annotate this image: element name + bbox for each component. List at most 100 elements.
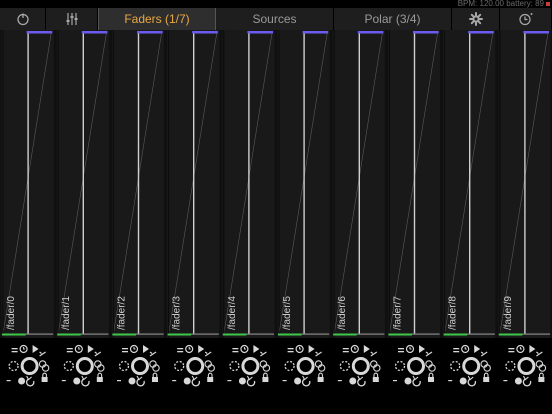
link-icon[interactable] xyxy=(204,360,215,372)
target-icon[interactable] xyxy=(229,360,240,372)
shuffle-icon[interactable] xyxy=(536,351,543,357)
link-icon[interactable] xyxy=(480,360,491,372)
clock-icon[interactable] xyxy=(240,344,249,354)
shuffle-icon[interactable] xyxy=(94,351,102,357)
tab-polar[interactable]: Polar (3/4) xyxy=(334,8,452,30)
refresh-icon[interactable] xyxy=(467,375,477,387)
record-icon[interactable] xyxy=(183,377,191,385)
refresh-icon[interactable] xyxy=(81,375,90,387)
lock-icon[interactable] xyxy=(538,372,545,382)
link-icon[interactable] xyxy=(370,360,381,372)
lock-icon[interactable] xyxy=(96,372,103,382)
link-icon[interactable] xyxy=(94,360,105,372)
knob-icon[interactable] xyxy=(517,357,536,375)
target-icon[interactable] xyxy=(63,360,74,372)
tab-power[interactable] xyxy=(0,8,46,30)
refresh-icon[interactable] xyxy=(357,375,366,387)
knob-icon[interactable] xyxy=(241,357,260,375)
refresh-icon[interactable] xyxy=(302,375,311,387)
fader-5[interactable]: /fader/5 xyxy=(277,30,330,338)
tab-timer[interactable] xyxy=(500,8,552,30)
record-icon[interactable] xyxy=(514,377,522,385)
shuffle-icon[interactable] xyxy=(204,351,212,357)
refresh-icon[interactable] xyxy=(522,375,532,387)
target-icon[interactable] xyxy=(284,360,295,372)
record-icon[interactable] xyxy=(459,377,467,385)
knob-icon[interactable] xyxy=(75,357,94,375)
knob-icon[interactable] xyxy=(351,357,370,375)
knob-icon[interactable] xyxy=(20,357,39,375)
target-icon[interactable] xyxy=(118,360,130,372)
clock-icon[interactable] xyxy=(74,344,83,354)
clock-icon[interactable] xyxy=(129,344,139,354)
menu-icon[interactable] xyxy=(342,348,349,353)
target-icon[interactable] xyxy=(174,360,185,372)
clock-icon[interactable] xyxy=(295,344,304,354)
play-icon[interactable] xyxy=(198,345,205,353)
record-icon[interactable] xyxy=(128,377,136,385)
lock-icon[interactable] xyxy=(483,372,490,382)
play-icon[interactable] xyxy=(308,345,315,353)
fader-8[interactable]: /fader/8 xyxy=(443,30,496,338)
lock-icon[interactable] xyxy=(317,372,324,382)
target-icon[interactable] xyxy=(450,360,461,372)
shuffle-icon[interactable] xyxy=(425,351,433,357)
refresh-icon[interactable] xyxy=(412,375,421,387)
refresh-icon[interactable] xyxy=(26,375,35,387)
link-icon[interactable] xyxy=(259,360,271,372)
fader-4[interactable]: /fader/4 xyxy=(222,30,275,338)
lock-icon[interactable] xyxy=(152,372,158,382)
play-icon[interactable] xyxy=(419,345,425,353)
record-icon[interactable] xyxy=(18,377,26,385)
record-icon[interactable] xyxy=(349,377,357,385)
record-icon[interactable] xyxy=(73,377,81,385)
link-icon[interactable] xyxy=(314,360,326,372)
clock-icon[interactable] xyxy=(516,344,525,354)
play-icon[interactable] xyxy=(143,345,149,353)
shuffle-icon[interactable] xyxy=(260,351,267,357)
record-icon[interactable] xyxy=(404,377,412,385)
lock-icon[interactable] xyxy=(372,372,379,382)
shuffle-icon[interactable] xyxy=(480,351,488,357)
play-icon[interactable] xyxy=(529,345,536,353)
link-icon[interactable] xyxy=(425,360,436,372)
play-icon[interactable] xyxy=(32,345,39,353)
tab-sources[interactable]: Sources xyxy=(216,8,334,30)
menu-icon[interactable] xyxy=(177,348,184,353)
knob-icon[interactable] xyxy=(462,357,481,375)
shuffle-icon[interactable] xyxy=(149,351,157,357)
shuffle-icon[interactable] xyxy=(315,351,322,357)
play-icon[interactable] xyxy=(474,345,481,353)
menu-icon[interactable] xyxy=(508,348,515,353)
lock-icon[interactable] xyxy=(207,372,214,382)
record-icon[interactable] xyxy=(294,377,302,385)
menu-icon[interactable] xyxy=(398,348,404,353)
target-icon[interactable] xyxy=(8,360,19,372)
link-icon[interactable] xyxy=(38,360,50,372)
target-icon[interactable] xyxy=(505,360,516,372)
fader-2[interactable]: /fader/2 xyxy=(111,30,165,338)
lock-icon[interactable] xyxy=(262,372,269,382)
play-icon[interactable] xyxy=(253,345,260,353)
knob-icon[interactable] xyxy=(407,357,425,375)
tab-mixer[interactable] xyxy=(46,8,98,30)
fader-6[interactable]: /fader/6 xyxy=(332,30,385,338)
shuffle-icon[interactable] xyxy=(370,351,378,357)
menu-icon[interactable] xyxy=(122,348,128,353)
knob-icon[interactable] xyxy=(131,357,149,375)
knob-icon[interactable] xyxy=(296,357,315,375)
tab-faders[interactable]: Faders (1/7) xyxy=(98,8,216,30)
target-icon[interactable] xyxy=(394,360,406,372)
clock-icon[interactable] xyxy=(350,344,359,354)
refresh-icon[interactable] xyxy=(191,375,201,387)
fader-7[interactable]: /fader/7 xyxy=(387,30,441,338)
clock-icon[interactable] xyxy=(19,344,28,354)
link-icon[interactable] xyxy=(149,360,160,372)
link-icon[interactable] xyxy=(535,360,547,372)
fader-9[interactable]: /fader/9 xyxy=(498,30,551,338)
refresh-icon[interactable] xyxy=(246,375,256,387)
target-icon[interactable] xyxy=(339,360,350,372)
lock-icon[interactable] xyxy=(41,372,48,382)
shuffle-icon[interactable] xyxy=(39,351,46,357)
play-icon[interactable] xyxy=(87,345,94,353)
